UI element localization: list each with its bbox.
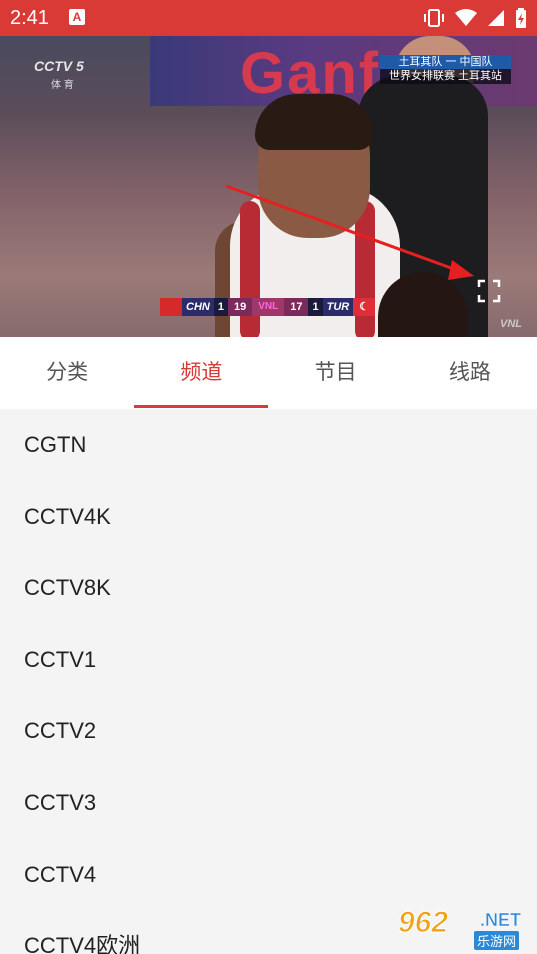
vibrate-icon	[424, 9, 444, 27]
status-bar: 2:41 A	[0, 0, 537, 36]
away-sets: 1	[308, 298, 323, 316]
tab-bar: 分类 频道 节目 线路	[0, 337, 537, 409]
tab-channel[interactable]: 频道	[134, 337, 268, 409]
home-team: CHN	[182, 298, 214, 316]
battery-icon	[516, 8, 526, 28]
scoreboard-logo: VNL	[252, 298, 285, 316]
signal-icon	[488, 10, 504, 26]
channel-item-cctv2[interactable]: CCTV2	[0, 695, 537, 767]
site-watermark: 962 .NET 乐游网	[397, 906, 530, 950]
watermark-text: 乐游网	[474, 931, 520, 950]
tab-route[interactable]: 线路	[403, 337, 537, 409]
fullscreen-icon[interactable]	[476, 278, 502, 304]
tab-category[interactable]: 分类	[0, 337, 134, 409]
annotation-arrow	[225, 184, 474, 280]
status-time: 2:41	[10, 7, 49, 29]
away-team: TUR	[322, 298, 354, 316]
channel-item-cctv1[interactable]: CCTV1	[0, 624, 537, 696]
home-sets: 1	[213, 298, 228, 316]
tab-program[interactable]: 节目	[269, 337, 403, 409]
tab-indicator	[134, 405, 268, 408]
app-notification-icon: A	[69, 9, 85, 25]
corner-logo: VNL	[500, 318, 522, 330]
channel-item-cctv4[interactable]: CCTV4	[0, 839, 537, 911]
channel-item-cctv4k[interactable]: CCTV4K	[0, 481, 537, 553]
channel-list[interactable]: CGTN CCTV4K CCTV8K CCTV1 CCTV2 CCTV3 CCT…	[0, 409, 537, 954]
status-icons	[423, 6, 527, 30]
watermark-number: 962	[397, 906, 449, 940]
scoreboard: CHN 1 19 VNL 17 1 TUR ☾	[160, 298, 378, 316]
china-flag-icon	[160, 298, 182, 316]
channel-item-cctv8k[interactable]: CCTV8K	[0, 552, 537, 624]
channel-item-cctv3[interactable]: CCTV3	[0, 767, 537, 839]
video-player[interactable]: Ganf CCTV 5 体 育 土耳其队 一 中国队 世界女排联赛 土耳其站 C…	[0, 36, 537, 337]
watermark-domain: .NET	[480, 910, 522, 931]
home-points: 19	[227, 298, 253, 316]
turkey-flag-icon: ☾	[353, 298, 376, 316]
wifi-icon	[455, 9, 477, 26]
away-points: 17	[284, 298, 309, 316]
channel-item-cgtn[interactable]: CGTN	[0, 409, 537, 481]
